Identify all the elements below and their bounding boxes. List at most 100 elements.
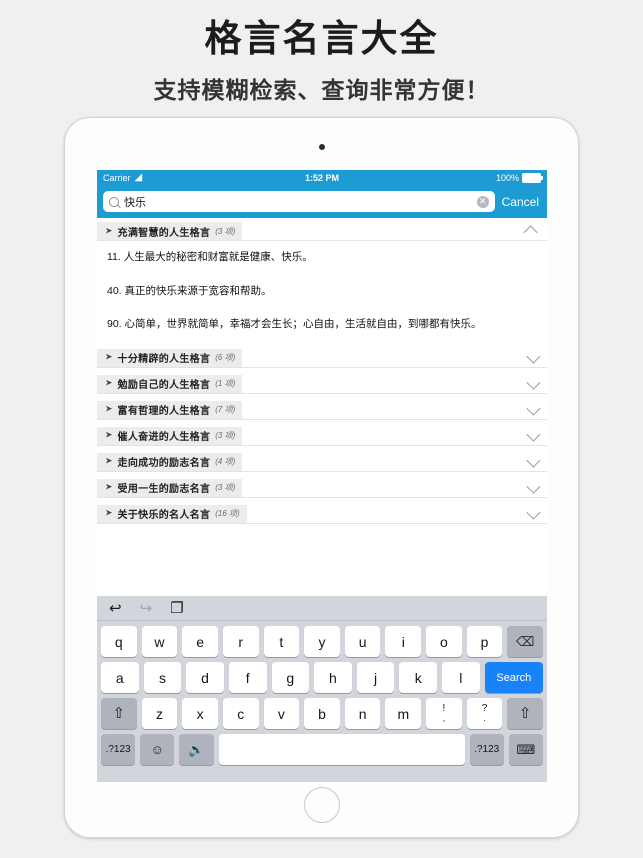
key-p[interactable]: p	[466, 626, 503, 657]
status-bar-clock: 1:52 PM	[304, 173, 339, 183]
section-count: (3 项)	[215, 226, 236, 236]
section-header-6[interactable]: ➤ 受用一生的励志名言 (3 项)	[97, 478, 547, 498]
keyboard-row-2: a s d f g h j k l Search	[97, 662, 547, 693]
section-label-wrap-7: ➤ 关于快乐的名人名言 (16 项)	[97, 504, 247, 523]
status-bar-right: 100%	[496, 173, 543, 183]
chevron-down-icon[interactable]	[526, 349, 541, 364]
send-arrow-icon: ➤	[105, 403, 113, 414]
key-i[interactable]: i	[385, 626, 422, 657]
send-arrow-icon: ➤	[105, 225, 113, 235]
section-header-7[interactable]: ➤ 关于快乐的名人名言 (16 项)	[97, 504, 547, 524]
chevron-down-icon[interactable]	[526, 375, 541, 390]
section-title: 受用一生的励志名言	[117, 484, 211, 496]
section-label-wrap-4: ➤ 催人奋进的人生格言 (3 项)	[97, 426, 243, 445]
key-g[interactable]: g	[271, 662, 310, 693]
key-u[interactable]: u	[344, 626, 381, 657]
keyboard-row-4: .?123 ☺ 🔈 .?123 ⌨	[97, 734, 547, 765]
microphone-icon[interactable]: 🔈	[179, 734, 214, 765]
section-count: (1 项)	[215, 379, 236, 389]
section-title: 关于快乐的名人名言	[117, 510, 211, 522]
key-h[interactable]: h	[314, 662, 352, 693]
list-item[interactable]: 11. 人生最大的秘密和财富就是健康、快乐。	[97, 241, 547, 275]
chevron-down-icon[interactable]	[526, 453, 541, 468]
list-item[interactable]: 40. 真正的快乐来源于宽容和帮助。	[97, 275, 547, 309]
key-t[interactable]: t	[263, 626, 300, 657]
key-q[interactable]: q	[100, 626, 137, 657]
section-header-3[interactable]: ➤ 富有哲理的人生格言 (7 项)	[97, 400, 547, 420]
section-header-2[interactable]: ➤ 勉励自己的人生格言 (1 项)	[97, 374, 547, 394]
section-header-1[interactable]: ➤ 十分精辟的人生格言 (6 项)	[97, 348, 547, 368]
section-count: (7 项)	[215, 405, 236, 415]
section-count: (3 项)	[215, 431, 236, 441]
key-f[interactable]: f	[228, 662, 267, 693]
section-title: 勉励自己的人生格言	[117, 380, 211, 392]
section-header-4[interactable]: ➤ 催人奋进的人生格言 (3 项)	[97, 426, 547, 446]
numbers-key-right[interactable]: .?123	[469, 734, 504, 765]
chevron-down-icon[interactable]	[526, 505, 541, 520]
key-c[interactable]: c	[222, 698, 259, 729]
section-label-wrap-6: ➤ 受用一生的励志名言 (3 项)	[97, 478, 243, 497]
home-button[interactable]	[303, 787, 340, 823]
numbers-key-left[interactable]: .?123	[100, 734, 136, 765]
key-s[interactable]: s	[143, 662, 182, 693]
shift-key-left[interactable]: ⇧	[100, 698, 137, 729]
section-title: 催人奋进的人生格言	[117, 432, 211, 444]
emoji-icon[interactable]: ☺	[140, 734, 175, 765]
key-y[interactable]: y	[304, 626, 340, 657]
section-count: (6 项)	[215, 353, 236, 363]
key-r[interactable]: r	[222, 626, 259, 657]
space-key[interactable]	[218, 734, 465, 765]
section-title: 充满智慧的人生格言	[117, 227, 211, 239]
key-e[interactable]: e	[182, 626, 218, 657]
key-o[interactable]: o	[426, 626, 462, 657]
ipad-device-frame: Carrier ◢ 1:52 PM 100% 快乐 ✕ Cancel ➤ 充满智…	[64, 117, 579, 838]
section-label-wrap-3: ➤ 富有哲理的人生格言 (7 项)	[97, 400, 243, 419]
section-header-0[interactable]: ➤ 充满智慧的人生格言 (3 项)	[97, 222, 547, 241]
key-v[interactable]: v	[263, 698, 300, 729]
send-arrow-icon: ➤	[105, 455, 113, 466]
key-d[interactable]: d	[186, 662, 224, 693]
key-b[interactable]: b	[304, 698, 340, 729]
device-screen: Carrier ◢ 1:52 PM 100% 快乐 ✕ Cancel ➤ 充满智…	[97, 170, 547, 786]
search-key[interactable]: Search	[484, 662, 543, 693]
chevron-down-icon[interactable]	[526, 479, 541, 494]
key-n[interactable]: n	[344, 698, 381, 729]
section-label-wrap-1: ➤ 十分精辟的人生格言 (6 项)	[97, 348, 243, 367]
send-arrow-icon: ➤	[105, 481, 113, 492]
clear-icon[interactable]: ✕	[476, 195, 489, 208]
send-arrow-icon: ➤	[105, 377, 113, 388]
section-label-wrap-0: ➤ 充满智慧的人生格言 (3 项)	[97, 222, 243, 240]
search-input[interactable]: 快乐 ✕	[103, 191, 495, 212]
backspace-icon[interactable]: ⌫	[507, 626, 544, 657]
key-exclamation-comma[interactable]: ! ,	[426, 698, 462, 729]
undo-icon[interactable]: ↩	[109, 601, 122, 616]
key-k[interactable]: k	[399, 662, 438, 693]
shift-key-right[interactable]: ⇧	[507, 698, 544, 729]
key-a[interactable]: a	[101, 662, 139, 693]
key-w[interactable]: w	[141, 626, 178, 657]
key-x[interactable]: x	[182, 698, 218, 729]
paste-icon[interactable]: ❐	[170, 601, 183, 616]
keyboard-row-1: q w e r t y u i o p ⌫	[97, 626, 547, 657]
key-j[interactable]: j	[356, 662, 395, 693]
key-l[interactable]: l	[442, 662, 480, 693]
chevron-down-icon[interactable]	[526, 401, 541, 416]
page-title: 格言名言大全	[204, 17, 439, 60]
section-header-5[interactable]: ➤ 走向成功的励志名言 (4 项)	[97, 452, 547, 472]
key-m[interactable]: m	[385, 698, 422, 729]
section-title: 富有哲理的人生格言	[117, 406, 211, 418]
page-subtitle: 支持模糊检索、查询非常方便！	[153, 76, 490, 104]
dismiss-keyboard-icon[interactable]: ⌨	[508, 734, 544, 765]
key-z[interactable]: z	[141, 698, 178, 729]
send-arrow-icon: ➤	[105, 429, 113, 440]
search-results-list[interactable]: ➤ 充满智慧的人生格言 (3 项) 11. 人生最大的秘密和财富就是健康、快乐。…	[97, 218, 547, 596]
front-camera-icon	[318, 144, 325, 150]
cancel-button[interactable]: Cancel	[502, 195, 541, 209]
section-count: (3 项)	[215, 483, 236, 493]
chevron-down-icon[interactable]	[526, 427, 541, 442]
list-item[interactable]: 90. 心简单，世界就简单，幸福才会生长；心自由，生活就自由，到哪都有快乐。	[97, 308, 547, 342]
send-arrow-icon: ➤	[105, 507, 113, 518]
redo-icon[interactable]: ↪	[140, 601, 153, 616]
key-question-period[interactable]: ? .	[466, 698, 503, 729]
chevron-up-icon[interactable]	[523, 225, 538, 240]
